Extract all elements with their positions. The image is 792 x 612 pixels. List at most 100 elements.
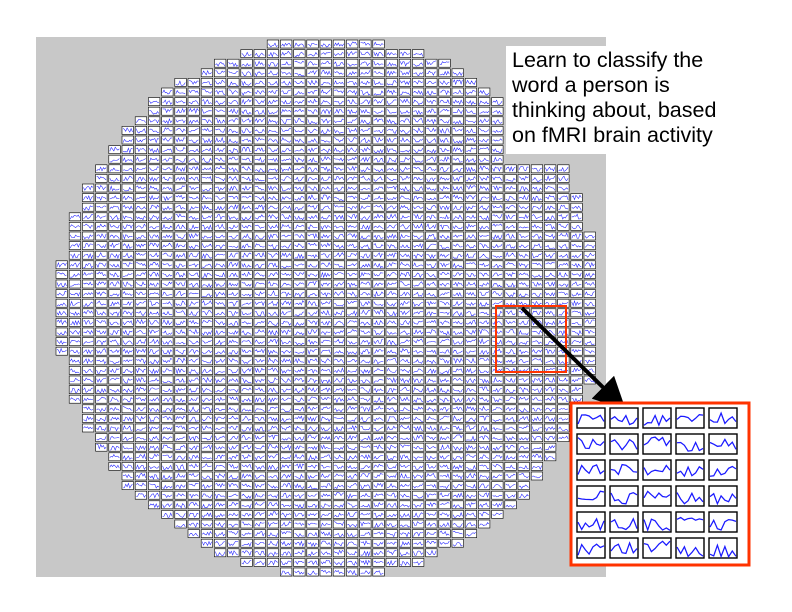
voxel-timeseries-icon	[161, 308, 174, 318]
voxel-timeseries-icon	[451, 78, 464, 87]
voxel-timeseries-icon	[200, 452, 213, 462]
voxel-timeseries-icon	[557, 222, 570, 231]
voxel-timeseries-icon	[346, 183, 359, 193]
voxel-timeseries-icon	[570, 346, 583, 356]
voxel-timeseries-icon	[187, 327, 200, 337]
voxel-timeseries-icon	[570, 308, 583, 318]
voxel-timeseries-icon	[464, 404, 478, 414]
voxel-timeseries-icon	[346, 366, 359, 375]
voxel-timeseries-icon	[346, 212, 359, 222]
voxel-timeseries-icon	[82, 241, 95, 250]
voxel-timeseries-icon	[227, 337, 240, 346]
voxel-timeseries-icon	[214, 414, 227, 423]
voxel-timeseries-icon	[359, 87, 372, 97]
voxel-timeseries-icon	[161, 97, 174, 106]
voxel-timeseries-icon	[214, 346, 227, 356]
voxel-timeseries-icon	[108, 298, 121, 308]
voxel-timeseries-icon	[504, 375, 517, 385]
voxel-timeseries-icon	[530, 462, 544, 471]
voxel-timeseries-icon	[253, 250, 266, 260]
voxel-timeseries-icon	[544, 346, 557, 356]
voxel-timeseries-icon	[200, 241, 213, 250]
voxel-timeseries-icon	[464, 308, 478, 318]
voxel-timeseries-icon	[240, 356, 253, 366]
voxel-timeseries-icon	[438, 337, 451, 346]
voxel-timeseries-icon	[134, 279, 147, 289]
voxel-timeseries-icon	[425, 298, 438, 308]
voxel-timeseries-icon	[253, 394, 266, 404]
voxel-timeseries-icon	[240, 404, 253, 414]
voxel-timeseries-icon	[174, 452, 187, 462]
voxel-timeseries-icon	[306, 414, 319, 423]
voxel-timeseries-icon	[359, 250, 372, 260]
voxel-timeseries-icon	[385, 318, 398, 327]
voxel-timeseries-icon	[517, 289, 530, 298]
voxel-timeseries-icon	[504, 394, 517, 404]
voxel-timeseries-icon	[214, 270, 227, 279]
voxel-timeseries-icon	[359, 394, 372, 404]
voxel-timeseries-icon	[148, 490, 161, 500]
voxel-timeseries-icon	[240, 500, 253, 510]
voxel-timeseries-icon	[148, 279, 161, 289]
voxel-timeseries-icon	[187, 78, 200, 87]
voxel-timeseries-icon	[293, 298, 306, 308]
voxel-timeseries-icon	[425, 212, 438, 222]
voxel-timeseries-icon	[359, 212, 372, 222]
voxel-timeseries-icon	[346, 346, 359, 356]
voxel-timeseries-icon	[464, 510, 478, 519]
voxel-timeseries-icon	[82, 183, 95, 193]
voxel-timeseries-icon	[346, 116, 359, 126]
voxel-timeseries-icon	[187, 260, 200, 270]
voxel-timeseries-icon	[398, 250, 412, 260]
voxel-timeseries-icon	[491, 442, 504, 452]
voxel-timeseries-icon	[108, 260, 121, 270]
voxel-timeseries-icon	[319, 49, 332, 58]
voxel-timeseries-icon	[134, 452, 147, 462]
voxel-timeseries-icon	[161, 500, 174, 510]
voxel-timeseries-icon	[359, 174, 372, 183]
voxel-timeseries-icon	[504, 318, 517, 327]
voxel-timeseries-icon	[174, 375, 187, 385]
voxel-timeseries-icon	[293, 529, 306, 538]
voxel-timeseries-icon	[200, 145, 213, 154]
voxel-timeseries-icon	[174, 337, 187, 346]
voxel-timeseries-icon	[319, 548, 332, 558]
voxel-timeseries-icon	[95, 279, 108, 289]
voxel-timeseries-icon	[187, 385, 200, 394]
voxel-timeseries-icon	[425, 308, 438, 318]
voxel-timeseries-icon	[280, 308, 293, 318]
voxel-timeseries-icon	[464, 298, 478, 308]
voxel-timeseries-icon	[214, 500, 227, 510]
voxel-timeseries-icon	[425, 346, 438, 356]
voxel-timeseries-icon	[55, 318, 68, 327]
voxel-timeseries-icon	[464, 356, 478, 366]
voxel-timeseries-icon	[478, 356, 491, 366]
voxel-timeseries-icon	[557, 212, 570, 222]
voxel-timeseries-icon	[148, 164, 161, 174]
voxel-timeseries-icon	[544, 164, 557, 174]
voxel-timeseries-icon	[108, 183, 121, 193]
voxel-timeseries-icon	[253, 68, 266, 78]
voxel-timeseries-icon	[82, 250, 95, 260]
voxel-timeseries-icon	[161, 481, 174, 490]
voxel-timeseries-icon	[412, 414, 425, 423]
voxel-timeseries-icon	[240, 423, 253, 433]
voxel-timeseries-icon	[385, 414, 398, 423]
voxel-timeseries-icon	[385, 58, 398, 68]
voxel-timeseries-icon	[438, 68, 451, 78]
voxel-timeseries-icon	[161, 116, 174, 126]
voxel-timeseries-icon	[200, 366, 213, 375]
voxel-timeseries-icon	[491, 385, 504, 394]
voxel-timeseries-icon	[451, 164, 464, 174]
voxel-timeseries-icon	[438, 452, 451, 462]
voxel-timeseries-icon	[425, 404, 438, 414]
voxel-timeseries-icon	[108, 404, 121, 414]
voxel-timeseries-icon	[491, 289, 504, 298]
voxel-timeseries-icon	[398, 538, 412, 548]
voxel-timeseries-icon	[544, 260, 557, 270]
voxel-timeseries-icon	[464, 174, 478, 183]
voxel-timeseries-icon	[438, 519, 451, 529]
voxel-timeseries-icon	[134, 471, 147, 481]
voxel-timeseries-icon	[95, 298, 108, 308]
voxel-timeseries-icon	[293, 394, 306, 404]
